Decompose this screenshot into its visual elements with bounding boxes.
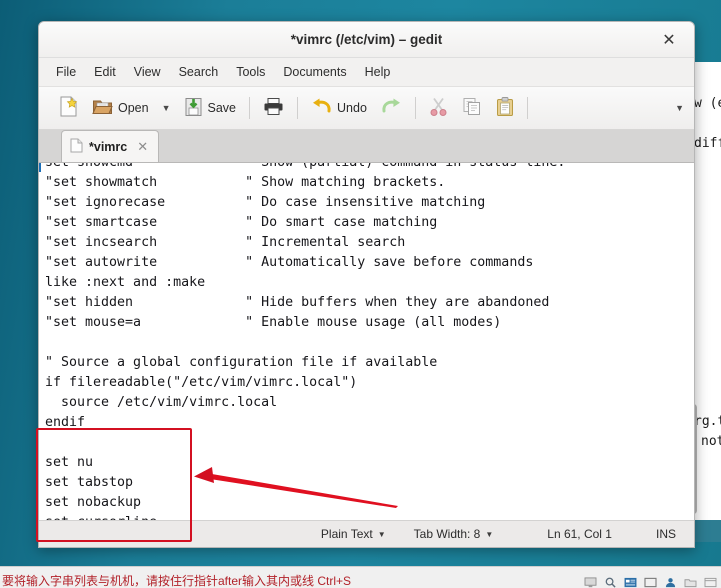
tab-width-selector[interactable]: Tab Width: 8 ▼	[400, 527, 508, 541]
app-icon[interactable]	[704, 577, 717, 588]
menu-item-documents[interactable]: Documents	[274, 62, 355, 82]
title-bar[interactable]: *vimrc (/etc/vim) – gedit ✕	[39, 22, 694, 58]
copy-icon	[462, 97, 482, 119]
tool-bar[interactable]: Open ▼ Save Undo ▼	[39, 87, 694, 130]
redo-icon	[381, 98, 402, 119]
background-window-line-4: not	[701, 434, 721, 449]
menu-item-search[interactable]: Search	[170, 62, 228, 82]
open-button-label: Open	[118, 101, 149, 115]
toolbar-overflow-icon[interactable]: ▼	[675, 103, 684, 113]
save-button-label: Save	[207, 101, 237, 115]
save-icon	[184, 97, 203, 120]
editor-text[interactable]: set showcmd " Show (partial) command in …	[39, 163, 694, 520]
taskbar[interactable]: 要将输入字串列表与机机，请按住行指针after输入其内或线 Ctrl+S	[0, 566, 721, 588]
document-icon	[70, 138, 83, 156]
new-document-icon	[59, 96, 78, 120]
tab-close-icon[interactable]: ✕	[133, 139, 148, 155]
gedit-window[interactable]: *vimrc (/etc/vim) – gedit ✕ File Edit Vi…	[38, 21, 695, 548]
language-label: Plain Text	[320, 527, 373, 541]
background-window-line-2: diff	[694, 136, 721, 151]
open-folder-icon	[92, 97, 113, 119]
undo-button[interactable]: Undo	[304, 91, 374, 125]
tab-vimrc[interactable]: *vimrc ✕	[61, 130, 160, 162]
open-button[interactable]: Open	[85, 91, 156, 125]
menu-item-help[interactable]: Help	[356, 62, 400, 82]
toolbar-separator-1	[249, 97, 251, 119]
toolbar-separator-4	[526, 97, 528, 119]
open-dropdown-icon[interactable]: ▼	[156, 103, 177, 113]
window-icon[interactable]	[644, 577, 657, 588]
menu-item-file[interactable]: File	[47, 62, 85, 82]
chevron-down-icon-2: ▼	[485, 529, 494, 539]
menu-item-edit[interactable]: Edit	[85, 62, 125, 82]
chevron-down-icon: ▼	[377, 529, 386, 539]
paste-button[interactable]	[489, 91, 521, 125]
undo-button-label: Undo	[337, 101, 367, 115]
folder-icon[interactable]	[684, 577, 697, 588]
background-window-line-1: w (e	[694, 96, 721, 111]
close-icon[interactable]: ✕	[654, 22, 684, 57]
toolbar-separator-2	[297, 97, 299, 119]
menu-item-view[interactable]: View	[125, 62, 170, 82]
taskbar-status-text: 要将输入字串列表与机机，请按住行指针after输入其内或线 Ctrl+S	[2, 574, 352, 588]
tab-label: *vimrc	[89, 139, 128, 154]
copy-button[interactable]	[455, 91, 489, 125]
cursor-position: Ln 61, Col 1	[547, 527, 612, 541]
user-icon[interactable]	[664, 577, 677, 588]
tab-strip[interactable]: *vimrc ✕	[39, 130, 694, 163]
background-window-footer	[692, 520, 721, 542]
scissors-icon	[429, 97, 448, 119]
search-icon[interactable]	[604, 577, 617, 588]
menu-item-tools[interactable]: Tools	[227, 62, 274, 82]
editor-area[interactable]: set showcmd " Show (partial) command in …	[39, 163, 694, 520]
monitor-icon[interactable]	[584, 577, 597, 588]
cut-button[interactable]	[422, 91, 455, 125]
insert-mode-indicator: INS	[655, 527, 676, 541]
redo-button[interactable]	[374, 91, 409, 125]
window-title: *vimrc (/etc/vim) – gedit	[290, 32, 443, 47]
keyboard-layout-icon[interactable]	[624, 577, 637, 588]
new-document-button[interactable]	[47, 91, 85, 125]
paste-icon	[496, 96, 514, 120]
tab-width-label: Tab Width: 8	[413, 527, 481, 541]
system-tray[interactable]	[584, 567, 717, 588]
save-button[interactable]: Save	[177, 91, 244, 125]
background-window-line-3: rg.t	[694, 414, 721, 429]
undo-icon	[311, 98, 332, 119]
language-selector[interactable]: Plain Text ▼	[307, 527, 400, 541]
status-bar[interactable]: Plain Text ▼ Tab Width: 8 ▼ Ln 61, Col 1…	[39, 520, 694, 547]
menu-bar[interactable]: File Edit View Search Tools Documents He…	[39, 58, 694, 87]
print-button[interactable]	[256, 91, 291, 125]
printer-icon	[263, 97, 284, 119]
toolbar-separator-3	[414, 97, 416, 119]
